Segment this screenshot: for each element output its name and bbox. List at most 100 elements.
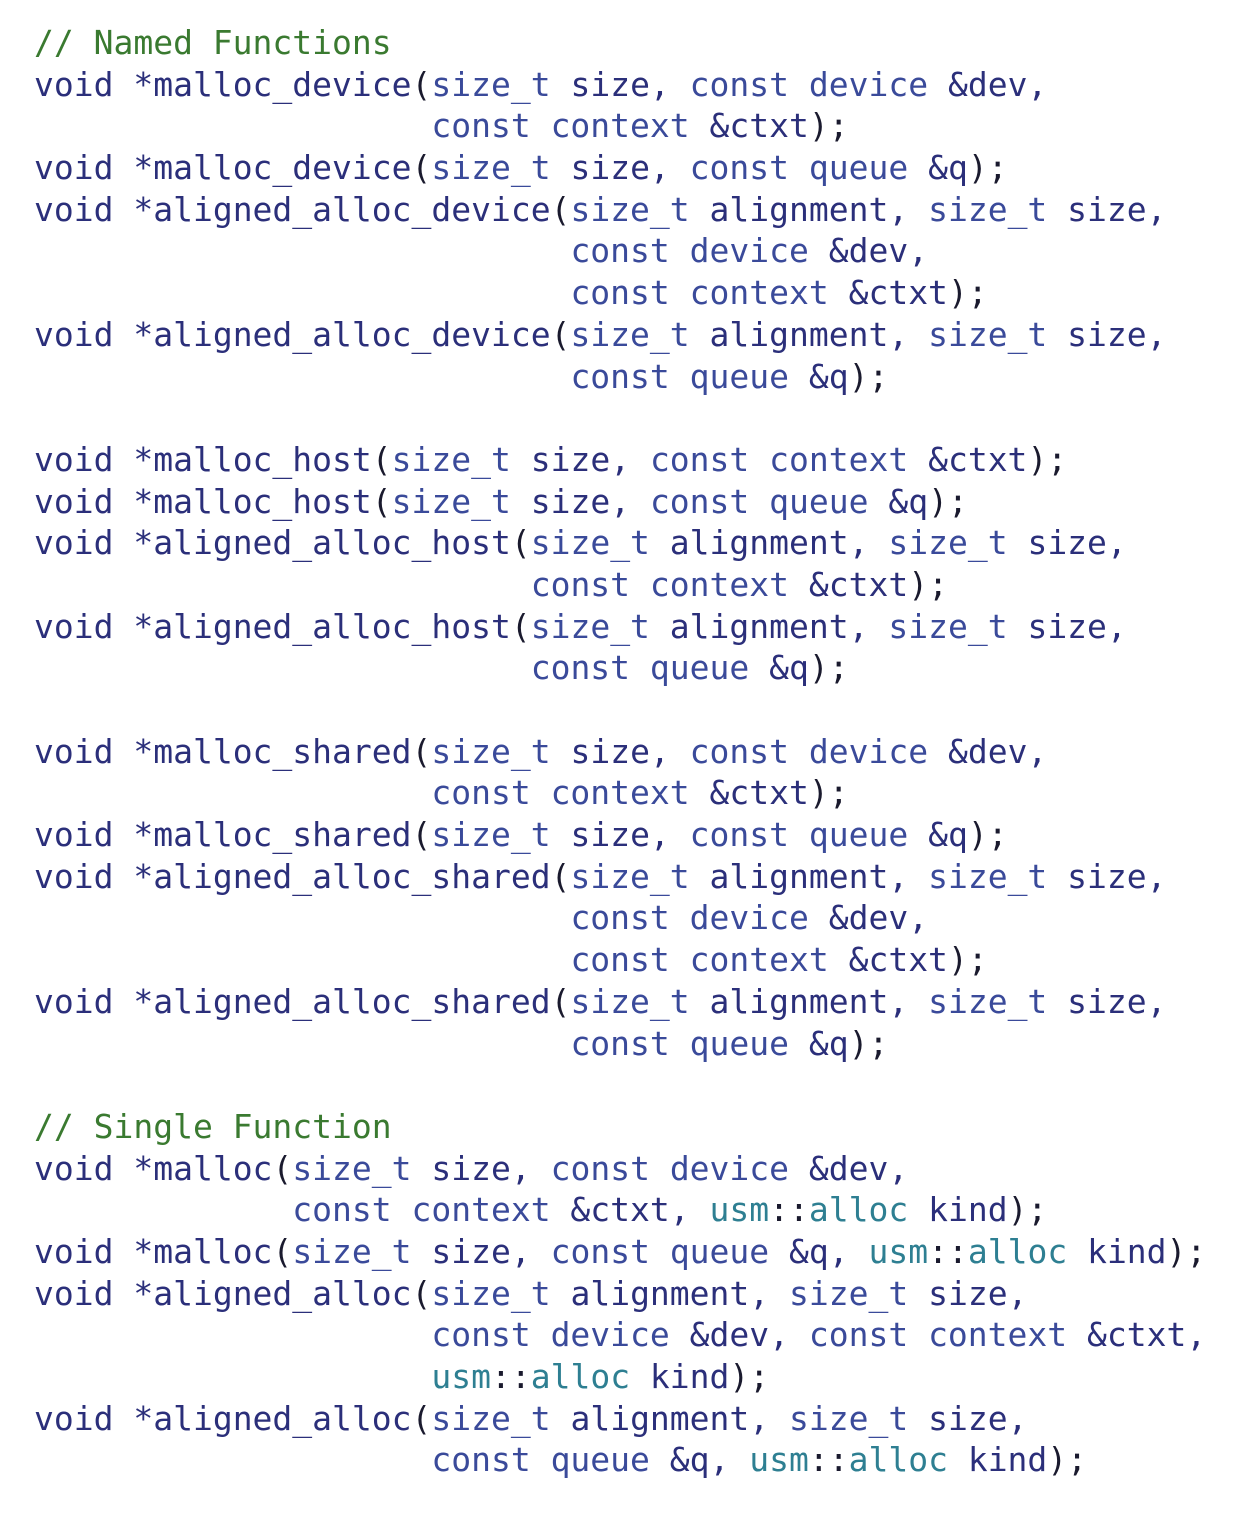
code-token: * [133,189,154,229]
code-line: void *aligned_alloc_host(size_t alignmen… [34,606,1206,648]
punctuation-token: :: [928,1231,968,1271]
code-token: size, [908,1398,1028,1438]
code-keyword: void [34,981,134,1021]
code-token: &q [788,1023,849,1063]
punctuation-token: ); [1166,1231,1207,1271]
punctuation-token: ( [371,481,392,521]
code-token: size, [1047,981,1167,1021]
type-name: size_t [570,856,690,896]
code-token: alignment, [550,1398,790,1438]
punctuation-token: ); [928,481,968,521]
code-token: * [133,523,154,563]
punctuation-token: :: [769,1190,809,1230]
function-name: malloc_host [153,439,372,479]
punctuation-token: ); [808,648,849,688]
code-token: &q, [769,1231,869,1271]
code-line: void *aligned_alloc_device(size_t alignm… [34,314,1206,356]
type-name: const queue [689,148,909,188]
code-line: usm::alloc kind); [34,1356,1206,1398]
punctuation-token: ); [967,815,1008,855]
punctuation-token: ( [411,148,432,188]
code-token: alignment, [689,856,929,896]
namespace-token: usm [868,1231,929,1271]
punctuation-token: ( [411,64,432,104]
code-line: void *aligned_alloc(size_t alignment, si… [34,1273,1206,1315]
type-name: const context [570,940,829,980]
type-name: size_t [431,148,551,188]
code-line: void *malloc_device(size_t size, const q… [34,147,1206,189]
type-name: size_t [530,523,650,563]
code-line: // Single Function [34,1106,1206,1148]
code-token: kind [630,1357,730,1396]
type-name: const queue [649,481,869,521]
type-name: size_t [431,64,551,104]
punctuation-token: ); [1007,1190,1048,1230]
code-token: * [133,1148,154,1188]
code-line: void *malloc_shared(size_t size, const d… [34,731,1206,773]
code-token: size, [550,815,690,855]
code-token: &ctxt [788,564,909,604]
code-token: * [133,481,154,521]
code-line: const context &ctxt, usm::alloc kind); [34,1189,1206,1231]
type-name: size_t [431,1398,551,1438]
type-name: size_t [570,314,690,354]
code-line: void *malloc(size_t size, const device &… [34,1148,1206,1190]
type-name: const device [570,231,809,271]
punctuation-token: ( [371,439,392,479]
punctuation-token: :: [808,1440,849,1480]
punctuation-token: ( [411,815,432,855]
type-name: size_t [570,189,690,229]
code-token: &ctxt [689,773,809,813]
punctuation-token: ( [411,1398,432,1438]
code-keyword: void [34,815,134,855]
namespace-token: alloc [848,1440,948,1480]
code-token: alignment, [689,981,929,1021]
code-keyword: void [34,856,134,896]
code-line: const queue &q, usm::alloc kind); [34,1439,1206,1481]
code-keyword: void [34,1398,134,1438]
type-name: size_t [431,815,551,855]
punctuation-token: ); [947,273,988,313]
code-line: const context &ctxt); [34,564,1206,606]
type-name: const context [649,439,909,479]
code-keyword: void [34,606,134,646]
punctuation-token: ( [510,523,531,563]
code-token: &dev, [789,1148,909,1188]
type-name: const queue [570,1023,789,1063]
type-name: size_t [530,606,650,646]
punctuation-token: ); [1047,1440,1088,1480]
punctuation-token: ( [272,1231,293,1271]
type-name: const queue [689,815,909,855]
code-keyword: void [34,148,134,188]
punctuation-token: ( [550,189,571,229]
code-token: size, [411,1231,551,1271]
type-name: const context [292,1190,551,1230]
code-keyword: void [34,439,134,479]
type-name: size_t [888,606,1008,646]
punctuation-token: ( [550,981,571,1021]
code-line: const context &ctxt); [34,772,1206,814]
code-keyword: void [34,731,134,771]
function-name: malloc [153,1148,273,1188]
code-token: alignment, [649,523,889,563]
code-token: &q [908,148,968,188]
function-name: aligned_alloc_device [153,314,551,354]
code-line: void *malloc_host(size_t size, const que… [34,481,1206,523]
code-token: &ctxt, [550,1190,710,1230]
type-name: size_t [431,1273,551,1313]
code-line: const context &ctxt); [34,939,1206,981]
code-line: const queue &q); [34,647,1206,689]
type-name: const context [570,273,829,313]
type-name: const context [808,1315,1068,1355]
type-name: size_t [928,856,1048,896]
code-token: &ctxt [689,106,809,146]
code-token: * [133,64,154,104]
type-name: size_t [292,1231,412,1271]
code-keyword: void [34,523,134,563]
type-name: size_t [928,981,1048,1021]
code-keyword: void [34,1148,134,1188]
code-line: void *aligned_alloc_shared(size_t alignm… [34,981,1206,1023]
